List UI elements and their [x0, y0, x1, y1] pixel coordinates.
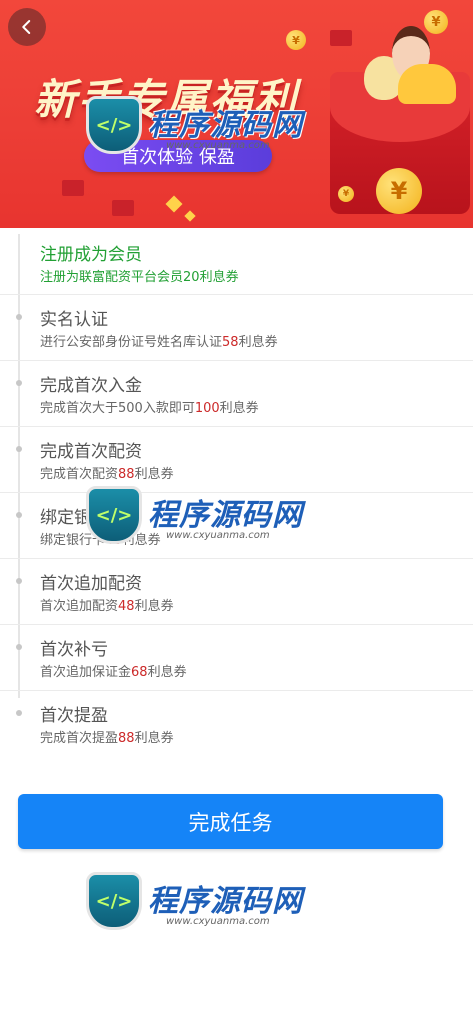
task-desc: 首次追加保证金68利息券: [40, 665, 187, 680]
coin-icon: ¥: [424, 10, 448, 34]
task-title: 实名认证: [40, 310, 108, 330]
task-title: 完成首次配资: [40, 442, 142, 462]
shield-code-icon: </>: [86, 872, 142, 930]
task-title: 首次提盈: [40, 706, 108, 726]
timeline-dot: [16, 380, 22, 386]
coin-icon: ¥: [286, 30, 306, 50]
coin-icon: ¥: [376, 168, 422, 214]
task-item-add-margin: 首次追加配资 首次追加配资48利息券: [0, 558, 473, 625]
task-title: 绑定银行卡: [40, 508, 125, 528]
red-envelope-icon: [112, 200, 134, 216]
task-item-register: 注册成为会员 注册为联富配资平台会员20利息券: [0, 228, 473, 295]
task-desc: 注册为联富配资平台会员20利息券: [40, 270, 239, 285]
timeline-dot: [16, 446, 22, 452]
task-item-deposit: 完成首次入金 完成首次大于500入款即可100利息券: [0, 360, 473, 427]
person-illustration-body: [398, 64, 456, 104]
watermark-url: www.cxyuanma.com: [166, 915, 270, 927]
promo-banner: ¥ ¥ ¥ ¥ 新手专属福利 首次体验 保盈: [0, 0, 473, 228]
timeline-dot: [16, 314, 22, 320]
red-envelope-icon: [330, 30, 352, 46]
task-item-first-margin: 完成首次配资 完成首次配资88利息券: [0, 426, 473, 493]
red-envelope-icon: [62, 180, 84, 196]
chevron-left-icon: [22, 20, 31, 34]
coin-icon: ¥: [338, 186, 354, 202]
timeline-dot: [16, 578, 22, 584]
back-button[interactable]: [8, 8, 46, 46]
timeline-dot: [16, 710, 22, 716]
timeline-dot: [16, 512, 22, 518]
watermark-logo: </> 程序源码网 www.cxyuanma.com: [86, 872, 303, 930]
task-item-cover-loss: 首次补亏 首次追加保证金68利息券: [0, 624, 473, 691]
task-item-withdraw-profit: 首次提盈 完成首次提盈88利息券: [0, 690, 473, 756]
task-desc: 进行公安部身份证号姓名库认证58利息券: [40, 335, 278, 350]
task-title: 首次补亏: [40, 640, 108, 660]
task-item-verify: 实名认证 进行公安部身份证号姓名库认证58利息券: [0, 294, 473, 361]
sparkle-icon: [184, 210, 196, 222]
banner-pill: 首次体验 保盈: [84, 140, 272, 172]
banner-title: 新手专属福利: [34, 75, 299, 124]
task-desc: 绑定银行卡48利息券: [40, 533, 161, 548]
task-desc: 首次追加配资48利息券: [40, 599, 174, 614]
task-desc: 完成首次配资88利息券: [40, 467, 174, 482]
complete-task-button[interactable]: 完成任务: [18, 794, 443, 849]
sparkle-icon: [165, 195, 183, 213]
task-desc: 完成首次大于500入款即可100利息券: [40, 401, 259, 416]
watermark-brand: 程序源码网: [148, 883, 303, 919]
task-title: 首次追加配资: [40, 574, 142, 594]
timeline-dot: [16, 644, 22, 650]
task-title: 完成首次入金: [40, 376, 142, 396]
task-item-bind-card: 绑定银行卡 绑定银行卡48利息券: [0, 492, 473, 559]
task-desc: 完成首次提盈88利息券: [40, 731, 174, 746]
task-title: 注册成为会员: [40, 245, 142, 265]
